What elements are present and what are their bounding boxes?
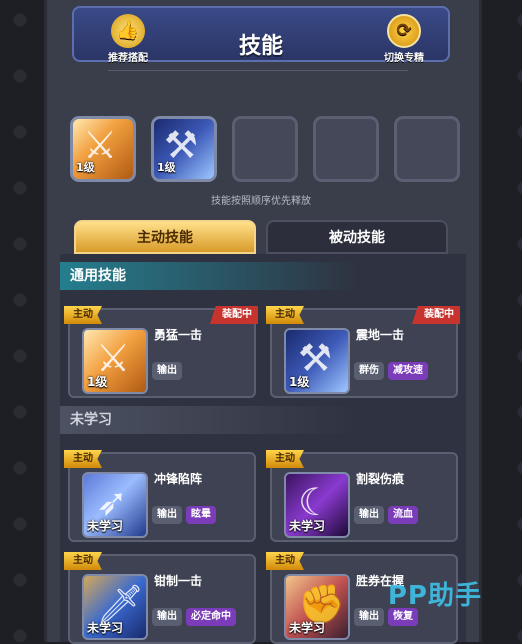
equipped-badge: 装配中: [412, 306, 460, 324]
equipped-badge: 装配中: [210, 306, 258, 324]
slot-level: 1级: [157, 161, 176, 174]
skill-icon: ⚒ 1级: [284, 328, 350, 394]
skill-chip: 输出: [354, 506, 384, 524]
skill-level: 1级: [87, 375, 108, 389]
tab-passive-skills[interactable]: 被动技能: [266, 220, 448, 254]
slot-level: 1级: [76, 161, 95, 174]
skill-chip: 输出: [152, 608, 182, 626]
skill-name: 割裂伤痕: [356, 472, 405, 486]
refresh-icon: ⟳: [387, 14, 421, 48]
skill-level: 未学习: [87, 519, 124, 533]
skill-chip: 眩晕: [186, 506, 216, 524]
section-unlearned: 未学习: [60, 406, 360, 434]
skill-name: 钳制一击: [154, 574, 203, 588]
skill-card-charge[interactable]: 主动 ➶ 未学习 冲锋陷阵 输出 眩晕: [64, 450, 256, 542]
skill-icon: ✊ 未学习: [284, 574, 350, 640]
skill-icon: ☾ 未学习: [284, 472, 350, 538]
skill-card-clamp-strike[interactable]: 主动 🗡 未学习 钳制一击 输出 必定命中: [64, 552, 256, 644]
skill-chip: 输出: [354, 608, 384, 626]
switch-spec-label: 切换专精: [384, 53, 424, 64]
skill-chip: 必定命中: [186, 608, 236, 626]
skill-slot-3[interactable]: [232, 116, 298, 182]
skill-chip: 流血: [388, 506, 418, 524]
skill-level: 未学习: [289, 519, 326, 533]
skill-card-ground-slam[interactable]: 主动 装配中 ⚒ 1级 震地一击 群伤 减攻速: [266, 306, 460, 398]
watermark: PP助手: [387, 581, 482, 611]
skill-chip: 输出: [152, 506, 182, 524]
thumbs-up-icon: 👍: [111, 14, 145, 48]
active-tag: 主动: [64, 306, 102, 324]
skill-name: 震地一击: [356, 328, 405, 342]
active-tag: 主动: [64, 450, 102, 468]
switch-spec-button[interactable]: ⟳ 切换专精: [374, 14, 434, 64]
skill-level: 未学习: [87, 621, 124, 635]
skill-level: 1级: [289, 375, 310, 389]
recommend-button[interactable]: 👍 推荐搭配: [98, 14, 158, 64]
skill-level: 未学习: [289, 621, 326, 635]
skill-chip: 群伤: [354, 362, 384, 380]
skill-card-brave-strike[interactable]: 主动 装配中 ⚔ 1级 勇猛一击 输出: [64, 306, 258, 398]
skill-card-rend[interactable]: 主动 ☾ 未学习 割裂伤痕 输出 流血: [266, 450, 458, 542]
skill-icon: 🗡 未学习: [82, 574, 148, 640]
section-common-skills: 通用技能: [60, 262, 360, 290]
skill-slot-4[interactable]: [313, 116, 379, 182]
header-divider: [108, 70, 408, 71]
active-tag: 主动: [266, 552, 304, 570]
active-tag: 主动: [64, 552, 102, 570]
skill-chip: 减攻速: [388, 362, 428, 380]
skill-slot-1[interactable]: ⚔ 1级: [70, 116, 136, 182]
slot-hint: 技能按照顺序优先释放: [211, 196, 311, 207]
skill-icon: ⚔ 1级: [82, 328, 148, 394]
skill-name: 冲锋陷阵: [154, 472, 203, 486]
skill-slot-2[interactable]: ⚒ 1级: [151, 116, 217, 182]
skill-chip: 输出: [152, 362, 182, 380]
tab-active-skills[interactable]: 主动技能: [74, 220, 256, 254]
skill-icon: ➶ 未学习: [82, 472, 148, 538]
active-tag: 主动: [266, 450, 304, 468]
skill-slot-5[interactable]: [394, 116, 460, 182]
recommend-label: 推荐搭配: [108, 53, 148, 64]
active-tag: 主动: [266, 306, 304, 324]
skill-name: 勇猛一击: [154, 328, 203, 342]
